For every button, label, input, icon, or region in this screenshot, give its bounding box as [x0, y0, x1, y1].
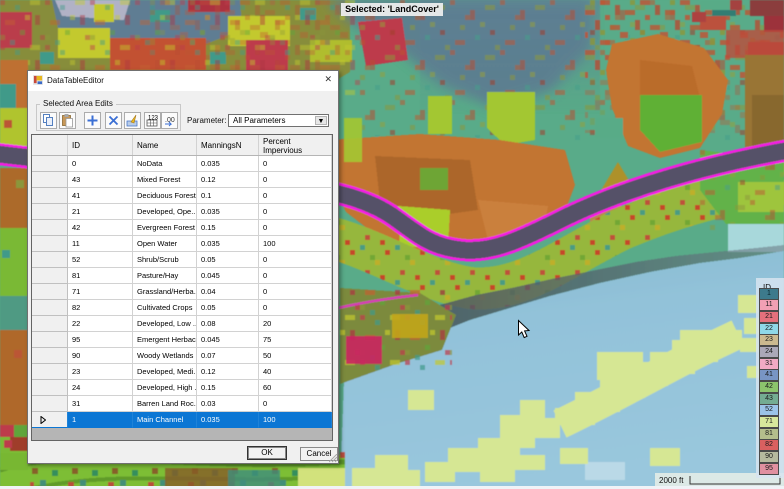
svg-text:2000 ft: 2000 ft: [659, 476, 684, 485]
